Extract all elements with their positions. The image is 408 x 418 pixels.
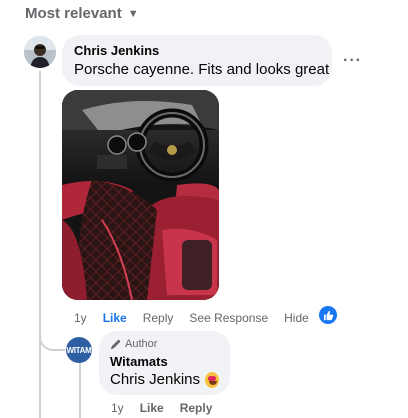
like-button[interactable]: Like: [103, 311, 127, 325]
thread-line: [39, 71, 41, 418]
reply-button[interactable]: Reply: [143, 311, 174, 325]
avatar-image: [24, 36, 56, 68]
pencil-icon: [110, 339, 121, 350]
comment-text: Porsche cayenne. Fits and looks great: [74, 61, 330, 78]
reply-text-row: Chris Jenkins: [110, 370, 219, 390]
avatar[interactable]: [24, 36, 56, 68]
reply-connector: [39, 318, 65, 351]
reply-mention[interactable]: Chris Jenkins: [110, 370, 200, 390]
see-response-button[interactable]: See Response: [189, 311, 268, 325]
comment-author[interactable]: Chris Jenkins: [74, 43, 320, 59]
heart-eyes-emoji-icon: [205, 372, 219, 388]
reply-thread-line: [79, 361, 81, 418]
reply-actions: 1y Like Reply: [111, 400, 228, 416]
reply-avatar[interactable]: WITAM: [66, 337, 92, 363]
reply-reply-button[interactable]: Reply: [180, 401, 213, 415]
chevron-down-icon: ▼: [127, 7, 139, 20]
reply-author[interactable]: Witamats: [110, 354, 219, 370]
comment-actions: 1y Like Reply See Response Hide: [74, 310, 325, 326]
author-badge-label: Author: [125, 338, 158, 350]
reply-timestamp[interactable]: 1y: [111, 401, 124, 415]
reply-bubble: Author Witamats Chris Jenkins: [99, 331, 230, 395]
comment-bubble: Chris Jenkins Porsche cayenne. Fits and …: [62, 35, 332, 86]
author-badge: Author: [110, 338, 219, 351]
sort-dropdown[interactable]: Most relevant ▼: [25, 3, 139, 23]
more-options-icon[interactable]: ···: [343, 52, 362, 70]
reply-like-button[interactable]: Like: [140, 401, 164, 415]
thumbs-up-icon: [323, 310, 333, 320]
sort-label: Most relevant: [25, 4, 122, 22]
hide-button[interactable]: Hide: [284, 311, 309, 325]
comment-photo[interactable]: [62, 90, 219, 300]
avatar-logo-text: WITAM: [66, 345, 92, 355]
car-interior-image: [62, 90, 219, 300]
comment-timestamp[interactable]: 1y: [74, 311, 87, 325]
like-reaction-icon[interactable]: [319, 306, 337, 324]
